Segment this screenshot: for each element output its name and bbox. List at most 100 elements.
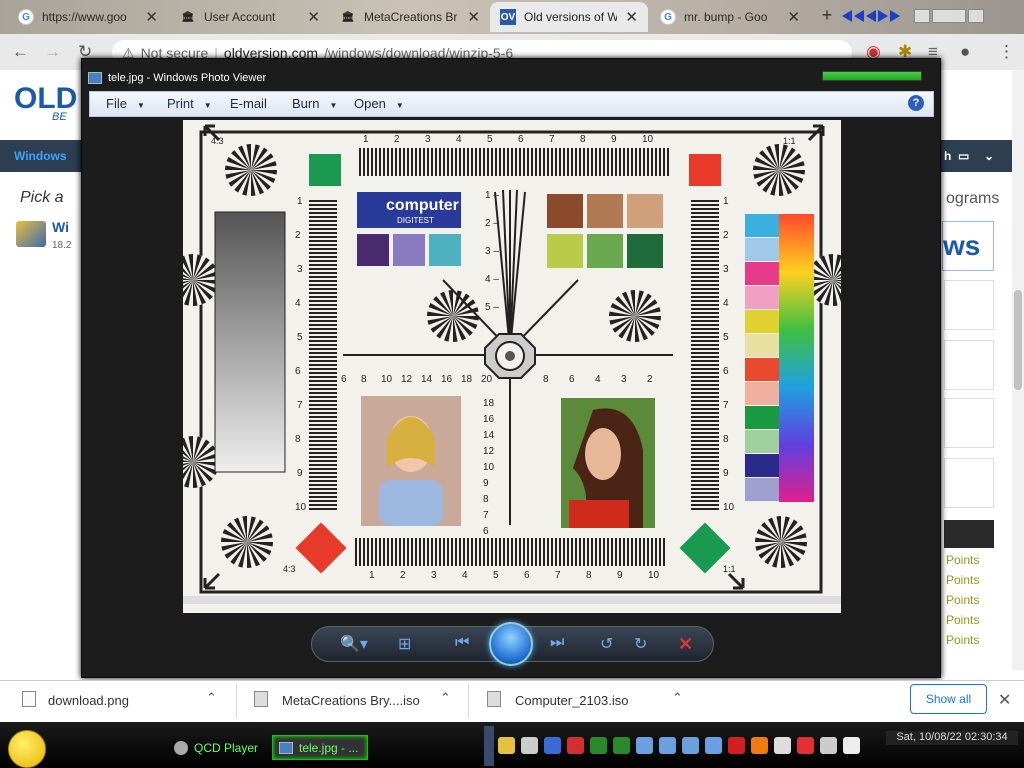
- color-swatch: [745, 382, 779, 405]
- points-link[interactable]: Points: [946, 573, 979, 587]
- points-link[interactable]: Points: [946, 553, 979, 567]
- scale-label: 4 –: [485, 274, 499, 285]
- scale-label: 5: [723, 332, 729, 343]
- tab-google-1[interactable]: G https://www.goo ✕: [8, 2, 168, 32]
- windows-badge[interactable]: ws: [942, 221, 994, 271]
- rotate-left-icon[interactable]: ↺: [600, 634, 613, 654]
- menu-open[interactable]: Open ▼: [354, 96, 404, 111]
- window-button[interactable]: [968, 9, 984, 23]
- chevron-up-icon[interactable]: ⌃: [440, 690, 451, 706]
- tab-user-account[interactable]: 🏛 User Account ✕: [170, 2, 330, 32]
- actual-size-icon[interactable]: ⊞: [398, 634, 411, 654]
- tab-old-versions[interactable]: OV Old versions of W ✕: [490, 2, 648, 32]
- slideshow-button[interactable]: [489, 622, 533, 666]
- side-box[interactable]: [944, 340, 994, 390]
- tray-icon[interactable]: [659, 737, 676, 754]
- previous-icon[interactable]: ⏮: [455, 634, 469, 652]
- tray-icon[interactable]: [820, 737, 837, 754]
- tray-icon[interactable]: [682, 737, 699, 754]
- tray-icon[interactable]: [590, 737, 607, 754]
- close-icon[interactable]: ✕: [307, 8, 320, 26]
- tray-icon[interactable]: [751, 737, 768, 754]
- close-downloads-icon[interactable]: ✕: [998, 690, 1011, 710]
- chevron-down-icon[interactable]: ⌄: [984, 149, 994, 163]
- tray-icon[interactable]: [521, 737, 538, 754]
- menu-file[interactable]: File ▼: [106, 96, 145, 111]
- download-item-name[interactable]: download.png: [48, 693, 129, 708]
- start-smiley-icon[interactable]: [8, 730, 46, 768]
- taskbar-clock[interactable]: Sat, 10/08/22 02:30:34: [886, 731, 1018, 745]
- chevron-up-icon[interactable]: ⌃: [672, 690, 683, 706]
- tray-icon[interactable]: [774, 737, 791, 754]
- scale-label: 16: [483, 414, 495, 425]
- next-icon[interactable]: ⏭: [550, 634, 564, 652]
- previous-icon[interactable]: [842, 10, 852, 22]
- tray-icon[interactable]: [498, 737, 515, 754]
- points-link[interactable]: Points: [946, 633, 979, 647]
- volume-slider[interactable]: [932, 9, 966, 23]
- download-item-name[interactable]: Computer_2103.iso: [515, 693, 628, 708]
- close-icon[interactable]: ✕: [145, 8, 158, 26]
- tray-icon[interactable]: [613, 737, 630, 754]
- kebab-menu-icon[interactable]: ⋮: [998, 42, 1015, 62]
- nav-windows[interactable]: Windows: [14, 149, 67, 163]
- rewind-icon[interactable]: [866, 10, 876, 22]
- taskbar-app-label: QCD Player: [194, 740, 259, 755]
- menu-print[interactable]: Print ▼: [167, 96, 212, 111]
- side-box[interactable]: [944, 280, 994, 330]
- show-all-button[interactable]: Show all: [910, 684, 987, 714]
- nav-language[interactable]: h: [944, 149, 951, 163]
- tray-icon[interactable]: [705, 737, 722, 754]
- us-flag-icon[interactable]: ▭: [958, 149, 969, 163]
- color-swatch: [745, 286, 779, 309]
- help-icon[interactable]: ?: [908, 95, 924, 111]
- back-arrow-icon[interactable]: ←: [12, 42, 29, 62]
- points-link[interactable]: Points: [946, 593, 979, 607]
- tab-metacreations[interactable]: 🏛 MetaCreations Br ✕: [330, 2, 490, 32]
- tray-icon[interactable]: [636, 737, 653, 754]
- zoom-icon[interactable]: 🔍▾: [340, 634, 368, 654]
- new-tab-button[interactable]: +: [816, 5, 838, 27]
- close-icon[interactable]: ✕: [625, 8, 638, 26]
- points-link[interactable]: Points: [946, 613, 979, 627]
- scale-label: 2: [400, 570, 406, 581]
- side-box[interactable]: [944, 398, 994, 448]
- profile-avatar-icon[interactable]: ●: [960, 42, 970, 62]
- color-swatch: [627, 234, 663, 268]
- site-logo[interactable]: OLD: [14, 82, 77, 116]
- scale-label: 6: [723, 366, 729, 377]
- mini-media-controls[interactable]: [840, 4, 1024, 28]
- delete-icon[interactable]: ✕: [678, 634, 693, 655]
- play-icon[interactable]: [878, 10, 888, 22]
- next-icon[interactable]: [890, 10, 900, 22]
- close-icon[interactable]: ✕: [467, 8, 480, 26]
- close-icon[interactable]: ✕: [787, 8, 800, 26]
- menu-burn[interactable]: Burn ▼: [292, 96, 337, 111]
- color-swatch: [745, 358, 779, 381]
- side-box[interactable]: [944, 458, 994, 508]
- rotate-right-icon[interactable]: ↻: [634, 634, 647, 654]
- scale-label: 3: [431, 570, 437, 581]
- rewind-icon[interactable]: [854, 10, 864, 22]
- scale-label: 2: [647, 374, 653, 385]
- forward-arrow-icon[interactable]: →: [44, 42, 61, 62]
- tray-icon[interactable]: [797, 737, 814, 754]
- window-controls[interactable]: [822, 71, 922, 81]
- museum-icon: 🏛: [181, 11, 195, 23]
- chevron-up-icon[interactable]: ⌃: [206, 690, 217, 706]
- taskbar-app-qcd[interactable]: QCD Player: [170, 735, 270, 760]
- download-link[interactable]: Wi: [52, 219, 69, 235]
- tray-expander[interactable]: [484, 726, 494, 766]
- download-item-name[interactable]: MetaCreations Bry....iso: [282, 693, 420, 708]
- tab-google-2[interactable]: G mr. bump - Goo ✕: [650, 2, 810, 32]
- scrollbar-thumb[interactable]: [1014, 290, 1022, 390]
- scale-label: 4: [595, 374, 601, 385]
- stop-button[interactable]: [914, 9, 930, 23]
- tray-icon[interactable]: [728, 737, 745, 754]
- tray-icon[interactable]: [843, 737, 860, 754]
- photo-viewer-titlebar[interactable]: tele.jpg - Windows Photo Viewer: [88, 67, 934, 89]
- tray-icon[interactable]: [567, 737, 584, 754]
- tray-icon[interactable]: [544, 737, 561, 754]
- taskbar-app-photo-viewer[interactable]: tele.jpg - ...: [272, 735, 368, 760]
- menu-email[interactable]: E-mail: [230, 96, 267, 111]
